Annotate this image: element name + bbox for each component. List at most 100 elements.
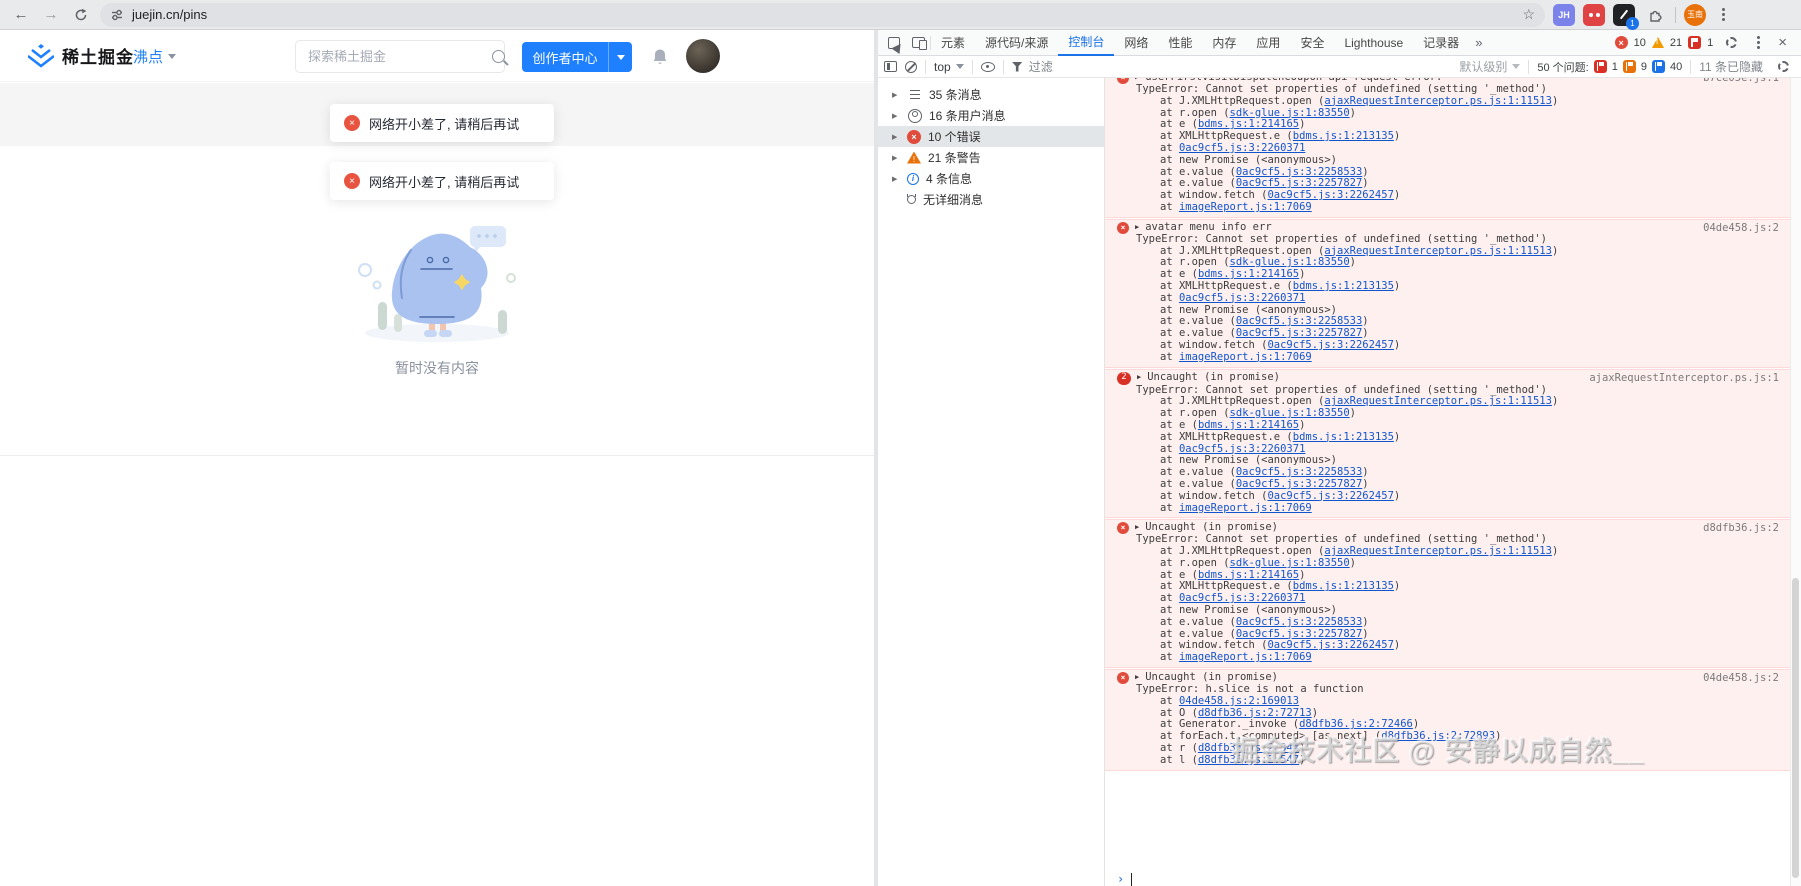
disclosure-triangle-icon[interactable]: ▶ — [1137, 372, 1141, 384]
stack-source-link[interactable]: 0ac9cf5.js:3:2258533 — [1236, 166, 1362, 178]
disclosure-triangle-icon[interactable]: ▶ — [1135, 222, 1139, 234]
issues-icon[interactable] — [1688, 36, 1701, 49]
notifications-bell-icon[interactable] — [650, 47, 670, 72]
disclosure-triangle-icon[interactable]: ▶ — [892, 91, 900, 99]
disclosure-triangle-icon[interactable]: ▶ — [892, 154, 900, 162]
console-settings-icon[interactable] — [1771, 55, 1795, 79]
clear-console-icon[interactable] — [905, 61, 917, 73]
search-icon[interactable] — [492, 50, 505, 63]
stack-source-link[interactable]: bdms.js:1:213135 — [1293, 130, 1394, 142]
nav-item-pins[interactable]: 沸点 — [133, 46, 176, 67]
console-scrollbar[interactable] — [1790, 78, 1801, 886]
creator-center-button[interactable]: 创作者中心 — [522, 42, 632, 72]
reload-icon[interactable] — [70, 4, 92, 26]
stack-source-link[interactable]: d8dfb36.js:2:547 — [1198, 754, 1299, 766]
stack-source-link[interactable]: d8dfb36.js:2:72713 — [1198, 707, 1312, 719]
stack-source-link[interactable]: bdms.js:1:214165 — [1198, 118, 1299, 130]
stack-source-link[interactable]: 0ac9cf5.js:3:2262457 — [1267, 339, 1393, 351]
juejin-logo[interactable]: 稀土掘金 — [28, 43, 134, 68]
disclosure-triangle-icon[interactable]: ▶ — [892, 133, 900, 141]
bookmark-star-icon[interactable]: ☆ — [1522, 6, 1535, 23]
stack-source-link[interactable]: 04de458.js:2:169013 — [1179, 695, 1299, 707]
devtools-tab-性能[interactable]: 性能 — [1158, 30, 1202, 56]
console-sidebar-item[interactable]: ▶!21 条警告 — [878, 147, 1104, 168]
forward-icon[interactable]: → — [40, 4, 62, 26]
stack-source-link[interactable]: imageReport.js:1:7069 — [1179, 502, 1312, 514]
stack-source-link[interactable]: d8dfb36.js:2:72466 — [1299, 718, 1413, 730]
stack-source-link[interactable]: bdms.js:1:214165 — [1198, 268, 1299, 280]
devtools-tab-记录器[interactable]: 记录器 — [1413, 30, 1469, 56]
search-input[interactable] — [296, 49, 492, 64]
browser-menu-icon[interactable] — [1722, 13, 1725, 16]
disclosure-triangle-icon[interactable]: ▶ — [892, 112, 900, 120]
stack-source-link[interactable]: 0ac9cf5.js:3:2258533 — [1236, 466, 1362, 478]
devtools-settings-icon[interactable] — [1719, 31, 1743, 55]
stack-source-link[interactable]: bdms.js:1:213135 — [1293, 580, 1394, 592]
stack-source-link[interactable]: d8dfb36.js:2:344 — [1198, 742, 1299, 754]
stack-source-link[interactable]: 0ac9cf5.js:3:2260371 — [1179, 292, 1305, 304]
creator-dropdown[interactable] — [608, 42, 632, 72]
stack-source-link[interactable]: ajaxRequestInterceptor.ps.js:1:11513 — [1324, 395, 1552, 407]
log-level-dropdown[interactable]: 默认级别 — [1459, 58, 1520, 75]
extensions-puzzle-icon[interactable] — [1643, 3, 1667, 27]
more-tabs-icon[interactable]: » — [1469, 35, 1488, 50]
stack-source-link[interactable]: 0ac9cf5.js:3:2260371 — [1179, 592, 1305, 604]
stack-source-link[interactable]: 0ac9cf5.js:3:2260371 — [1179, 142, 1305, 154]
devtools-menu-icon[interactable] — [1757, 41, 1760, 44]
inspect-element-icon[interactable] — [882, 31, 906, 55]
stack-source-link[interactable]: 0ac9cf5.js:3:2260371 — [1179, 443, 1305, 455]
live-expression-eye-icon[interactable] — [981, 62, 995, 72]
stack-source-link[interactable]: 0ac9cf5.js:3:2257827 — [1236, 177, 1362, 189]
console-sidebar-item[interactable]: ▶16 条用户消息 — [878, 105, 1104, 126]
stack-source-link[interactable]: 0ac9cf5.js:3:2257827 — [1236, 628, 1362, 640]
devtools-close-icon[interactable]: × — [1774, 34, 1791, 51]
address-bar[interactable]: juejin.cn/pins ☆ — [100, 3, 1545, 27]
stack-source-link[interactable]: sdk-glue.js:1:83550 — [1230, 256, 1350, 268]
stack-source-link[interactable]: sdk-glue.js:1:83550 — [1230, 107, 1350, 119]
back-icon[interactable]: ← — [10, 4, 32, 26]
stack-source-link[interactable]: sdk-glue.js:1:83550 — [1230, 557, 1350, 569]
js-context-dropdown[interactable]: top — [934, 60, 964, 74]
stack-source-link[interactable]: ajaxRequestInterceptor.ps.js:1:11513 — [1324, 245, 1552, 257]
issues-summary[interactable]: 50 个问题: 1 9 40 — [1537, 59, 1682, 75]
console-sidebar-toggle-icon[interactable] — [884, 61, 897, 72]
stack-source-link[interactable]: 0ac9cf5.js:3:2257827 — [1236, 327, 1362, 339]
devtools-tab-控制台[interactable]: 控制台 — [1058, 30, 1114, 56]
devtools-tab-元素[interactable]: 元素 — [931, 30, 975, 56]
console-sidebar-item[interactable]: 无详细消息 — [878, 189, 1104, 210]
stack-source-link[interactable]: ajaxRequestInterceptor.ps.js:1:11513 — [1324, 95, 1552, 107]
stack-source-link[interactable]: bdms.js:1:213135 — [1293, 431, 1394, 443]
filter-input[interactable] — [1029, 60, 1452, 74]
stack-source-link[interactable]: 0ac9cf5.js:3:2262457 — [1267, 639, 1393, 651]
stack-source-link[interactable]: 0ac9cf5.js:3:2258533 — [1236, 315, 1362, 327]
message-source-link[interactable]: b7ce05e.js:1 — [1703, 78, 1779, 85]
disclosure-triangle-icon[interactable]: ▶ — [892, 175, 900, 183]
scrollbar-thumb[interactable] — [1792, 578, 1799, 878]
stack-source-link[interactable]: ajaxRequestInterceptor.ps.js:1:11513 — [1324, 545, 1552, 557]
stack-source-link[interactable]: bdms.js:1:214165 — [1198, 419, 1299, 431]
stack-source-link[interactable]: d8dfb36.js:2:72893 — [1381, 730, 1495, 742]
devtools-tab-应用[interactable]: 应用 — [1246, 30, 1290, 56]
devtools-tab-Lighthouse[interactable]: Lighthouse — [1334, 30, 1413, 56]
stack-source-link[interactable]: 0ac9cf5.js:3:2258533 — [1236, 616, 1362, 628]
stack-source-link[interactable]: bdms.js:1:214165 — [1198, 569, 1299, 581]
devtools-tab-安全[interactable]: 安全 — [1290, 30, 1334, 56]
message-source-link[interactable]: ajaxRequestInterceptor.ps.js:1 — [1589, 373, 1779, 385]
site-settings-icon[interactable] — [110, 8, 124, 22]
stack-source-link[interactable]: 0ac9cf5.js:3:2262457 — [1267, 189, 1393, 201]
stack-source-link[interactable]: 0ac9cf5.js:3:2257827 — [1236, 478, 1362, 490]
extension-jh-icon[interactable]: JH — [1553, 4, 1575, 26]
console-sidebar-item[interactable]: ▶i4 条信息 — [878, 168, 1104, 189]
stack-source-link[interactable]: 0ac9cf5.js:3:2262457 — [1267, 490, 1393, 502]
extension-dark-icon[interactable]: 1 — [1613, 4, 1635, 26]
device-toolbar-icon[interactable] — [906, 31, 930, 55]
stack-source-link[interactable]: imageReport.js:1:7069 — [1179, 651, 1312, 663]
user-avatar[interactable] — [686, 39, 720, 73]
console-sidebar-item[interactable]: ▶×10 个错误 — [878, 126, 1104, 147]
console-sidebar-item[interactable]: ▶35 条消息 — [878, 84, 1104, 105]
message-source-link[interactable]: 04de458.js:2 — [1703, 673, 1779, 685]
message-source-link[interactable]: 04de458.js:2 — [1703, 223, 1779, 235]
stack-source-link[interactable]: sdk-glue.js:1:83550 — [1230, 407, 1350, 419]
browser-profile-avatar[interactable]: 玉南 — [1684, 4, 1706, 26]
devtools-tab-源代码/来源[interactable]: 源代码/来源 — [975, 30, 1058, 56]
